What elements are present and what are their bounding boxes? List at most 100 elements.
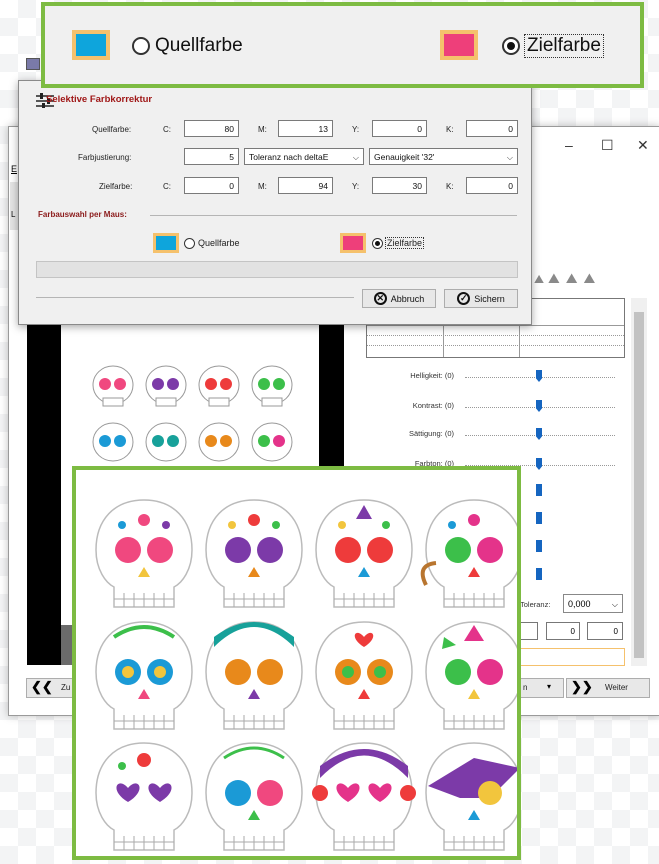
tolerance-label: Toleranz: [520,600,551,609]
value-field-partial[interactable] [520,622,538,640]
slider-label: Helligkeit: (0) [410,371,454,380]
maximize-button[interactable]: ☐ [601,137,614,154]
progress-bar [36,261,518,278]
close-circle-icon: ✕ [373,292,387,305]
slider-thumb[interactable] [536,512,542,524]
k-label: K: [446,182,454,191]
mouse-selection-heading: Farbauswahl per Maus: [38,210,127,219]
target-color-swatch [340,233,366,253]
target-radio-large[interactable] [502,37,520,55]
footer-divider [36,297,354,298]
tool-icon[interactable]: ⛰ [584,270,602,286]
m-label: M: [258,182,267,191]
c-label: C: [163,182,171,191]
minimize-button[interactable]: – [565,137,573,153]
tolerance-select[interactable]: 0,000 ⌵ [563,594,623,613]
brightness-slider[interactable]: Helligkeit: (0) [365,368,625,388]
save-label: Sichern [474,293,505,304]
sidebar-letter: L [11,210,16,219]
adjustment-label: Farbjustierung: [78,153,132,162]
abort-button[interactable]: ✕ Abbruch [362,289,436,308]
slider-label: Kontrast: (0) [412,401,454,410]
skull-1 [95,499,193,608]
source-color-label: Quellfarbe: [92,125,132,134]
adjustment-field[interactable]: 5 [184,148,239,165]
chevron-down-icon: ▾ [547,682,552,691]
contrast-slider[interactable]: Kontrast: (0) [365,398,625,418]
k-label: K: [446,125,454,134]
source-c-field[interactable]: 80 [184,120,239,137]
source-m-field[interactable]: 13 [278,120,333,137]
source-y-field[interactable]: 0 [372,120,427,137]
tolerance-method-value: Toleranz nach deltaE [249,152,329,162]
y-label: Y: [352,125,360,134]
scrollbar-thumb[interactable] [634,312,644,658]
c-label: C: [163,125,171,134]
skull-thumb [251,422,293,462]
value-field[interactable]: 0 [587,622,623,640]
zoom-callout-image [72,466,523,860]
chevron-down-icon: ⌵ [352,153,359,162]
skull-thumb [198,365,240,407]
saturation-slider[interactable]: Sättigung: (0) [365,426,625,446]
skull-12 [425,742,523,851]
vertical-scrollbar[interactable] [631,298,647,666]
target-radio[interactable] [372,238,383,249]
back-label: Zu [61,683,71,692]
source-radio-large-label[interactable]: Quellfarbe [155,35,243,57]
check-circle-icon: ✓ [457,292,471,305]
skull-4 [420,499,523,608]
chevron-down-icon: ⌵ [506,153,513,162]
skull-10 [205,742,303,851]
source-radio[interactable] [184,238,195,249]
source-k-field[interactable]: 0 [466,120,518,137]
next-label: Weiter [605,683,628,692]
slider-thumb[interactable] [536,370,542,382]
tool-icon[interactable]: ⛰ [548,270,566,286]
precision-select[interactable]: Genauigkeit '32' ⌵ [369,148,518,165]
target-k-field[interactable]: 0 [466,177,518,194]
app-icon [26,58,40,70]
tolerance-method-select[interactable]: Toleranz nach deltaE ⌵ [244,148,364,165]
mode-dropdown[interactable]: n ▾ [520,678,564,698]
skull-3 [315,499,413,608]
m-label: M: [258,125,267,134]
slider-thumb[interactable] [536,428,542,440]
tool-icon-partial[interactable]: ⛰ [534,272,544,287]
menu-item[interactable]: E [11,164,17,174]
skull-9 [95,742,193,851]
y-label: Y: [352,182,360,191]
tolerance-value: 0,000 [568,599,591,609]
precision-value: Genauigkeit '32' [374,152,435,162]
skull-11 [312,742,416,851]
next-button[interactable]: ❯❯ Weiter [566,678,650,698]
target-radio-large-label[interactable]: Zielfarbe [524,34,604,58]
slider-thumb[interactable] [536,400,542,412]
toolbar-icons[interactable]: ⛰⛰⛰ [548,270,601,287]
target-m-field[interactable]: 94 [278,177,333,194]
skull-thumb [198,422,240,462]
target-color-label: Zielfarbe: [99,182,133,191]
chevron-down-icon: ⌵ [611,600,618,609]
source-radio-label[interactable]: Quellfarbe [198,238,240,248]
slider-thumb[interactable] [536,568,542,580]
skull-8 [425,621,523,730]
target-radio-label[interactable]: Zielfarbe [385,237,425,249]
source-radio-large[interactable] [132,37,150,55]
skull-thumb [92,422,134,462]
slider-thumb[interactable] [536,540,542,552]
target-y-field[interactable]: 30 [372,177,427,194]
value-field[interactable]: 0 [546,622,580,640]
skull-thumb [92,365,134,407]
tool-icon[interactable]: ⛰ [566,270,584,286]
highlight-field[interactable] [520,648,625,666]
back-button[interactable]: ❮❮ Zu [26,678,76,698]
slider-thumb[interactable] [536,458,542,470]
slider-label: Sättigung: (0) [408,429,454,438]
target-c-field[interactable]: 0 [184,177,239,194]
close-button[interactable]: ✕ [637,137,649,154]
skull-6 [205,621,303,730]
save-button[interactable]: ✓ Sichern [444,289,518,308]
mode-label: n [523,683,528,692]
slider-thumb[interactable] [536,484,542,496]
